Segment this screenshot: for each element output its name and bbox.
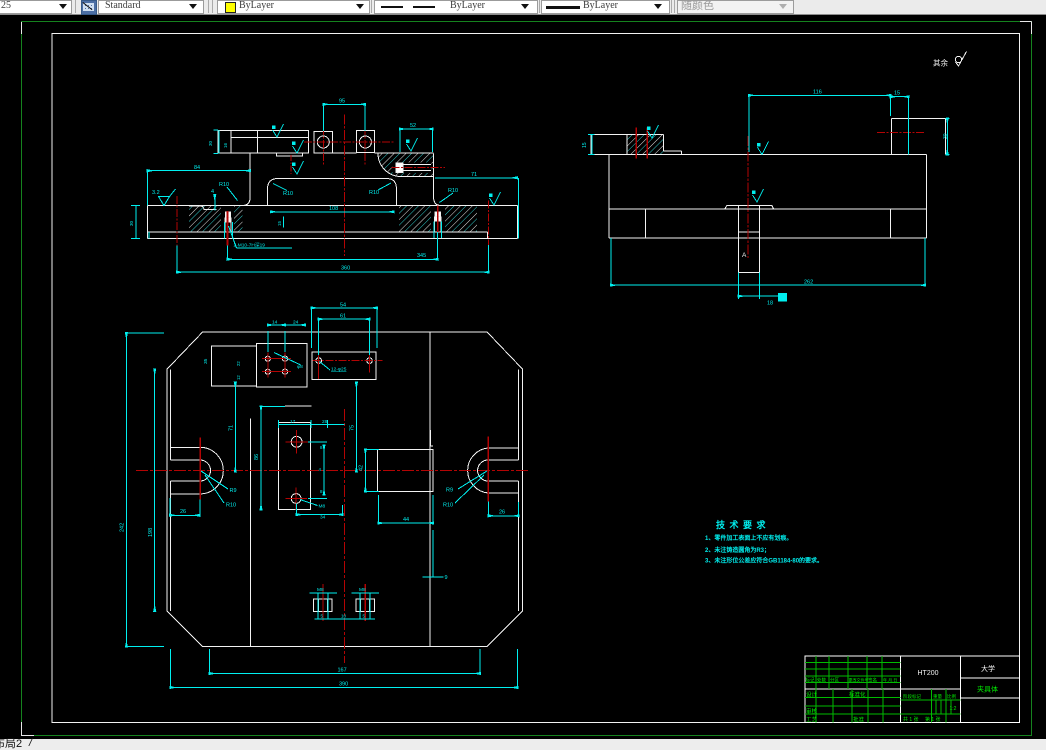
svg-text:9: 9 [445,575,448,581]
svg-text:22: 22 [236,361,241,366]
svg-text:重量: 重量 [933,693,942,700]
svg-text:28: 28 [322,419,328,425]
svg-text:42: 42 [359,465,365,471]
svg-text:批准: 批准 [853,716,865,724]
svg-text:116: 116 [813,90,822,96]
svg-text:52: 52 [410,123,416,129]
svg-text:86: 86 [254,454,260,460]
svg-text:R10: R10 [448,188,458,194]
svg-text:12-φ25: 12-φ25 [331,367,347,373]
svg-text:15: 15 [277,220,282,226]
svg-text:61: 61 [340,314,346,320]
svg-text:8: 8 [320,445,323,450]
svg-text:M8: M8 [319,504,326,510]
svg-text:HT200: HT200 [918,670,939,677]
svg-text:1:2: 1:2 [950,706,957,712]
svg-text:3、未注形位公差应符合GB1184-80的要求。: 3、未注形位公差应符合GB1184-80的要求。 [705,557,823,565]
svg-text:分区: 分区 [830,677,839,684]
svg-text:30: 30 [943,133,949,139]
svg-text:84: 84 [194,165,200,171]
svg-text:24: 24 [293,320,299,326]
svg-text:其余: 其余 [933,58,948,68]
svg-text:34: 34 [320,515,326,521]
svg-text:审核: 审核 [806,707,818,715]
svg-text:夹具体: 夹具体 [977,685,998,694]
svg-text:R9: R9 [230,488,237,494]
svg-text:4: 4 [211,189,214,195]
svg-text:167: 167 [338,668,347,674]
svg-text:16: 16 [223,142,228,148]
svg-text:15: 15 [582,142,588,148]
svg-text:345: 345 [417,253,426,259]
svg-text:1、零件加工表面上不应有划痕。: 1、零件加工表面上不应有划痕。 [705,534,792,542]
svg-text:17: 17 [290,419,296,425]
svg-text:95: 95 [339,99,345,105]
svg-text:R10: R10 [283,191,293,197]
svg-text:10: 10 [341,614,347,619]
svg-text:R10: R10 [226,503,236,509]
svg-text:14: 14 [272,320,278,326]
svg-text:71: 71 [229,425,235,431]
svg-text:φ8: φ8 [297,364,303,370]
svg-text:工艺: 工艺 [806,717,818,724]
svg-text:18: 18 [767,301,773,307]
svg-text:R10: R10 [443,503,453,509]
svg-text:198: 198 [148,528,154,537]
svg-text:108: 108 [329,206,338,212]
svg-text:3.2: 3.2 [152,190,160,196]
svg-text:A: A [742,252,747,259]
svg-text:技术要求: 技术要求 [716,519,770,530]
svg-text:M8: M8 [317,587,324,593]
svg-text:第 1 张: 第 1 张 [925,716,941,723]
svg-text:共 1 张: 共 1 张 [903,716,919,723]
svg-text:4: 4 [319,467,322,472]
svg-text:44: 44 [403,517,409,523]
svg-text:R9: R9 [446,488,453,494]
svg-text:签名: 签名 [868,677,877,684]
svg-text:大学: 大学 [981,664,995,673]
svg-text:R10: R10 [219,182,229,188]
svg-text:26: 26 [180,509,186,515]
svg-text:8: 8 [320,489,323,494]
svg-text:71: 71 [471,172,477,178]
svg-text:R10: R10 [369,190,379,196]
svg-text:2、未注铸造圆角为R3；: 2、未注铸造圆角为R3； [705,546,770,554]
svg-text:30: 30 [129,220,134,226]
svg-text:标记: 标记 [806,677,815,684]
svg-text:阶段标记: 阶段标记 [903,693,921,700]
svg-text:54: 54 [340,303,346,309]
svg-text:比例: 比例 [947,693,956,700]
svg-text:设计: 设计 [806,691,818,699]
svg-text:年.月.日: 年.月.日 [883,677,897,683]
svg-text:30: 30 [208,140,213,146]
svg-text:12: 12 [236,375,241,380]
svg-text:262: 262 [804,280,813,286]
svg-text:更改文件号: 更改文件号 [849,677,869,683]
svg-text:15: 15 [894,91,900,97]
svg-text:M8: M8 [359,587,366,593]
svg-text:26: 26 [499,510,505,516]
svg-text:2-M10-7H深19: 2-M10-7H深19 [234,242,266,249]
svg-text:处数: 处数 [817,677,826,684]
svg-text:390: 390 [339,682,348,688]
svg-text:242: 242 [120,523,126,532]
svg-text:35: 35 [203,358,209,364]
svg-text:75: 75 [350,425,356,431]
svg-text:360: 360 [341,266,350,272]
svg-text:标准化: 标准化 [849,691,866,699]
